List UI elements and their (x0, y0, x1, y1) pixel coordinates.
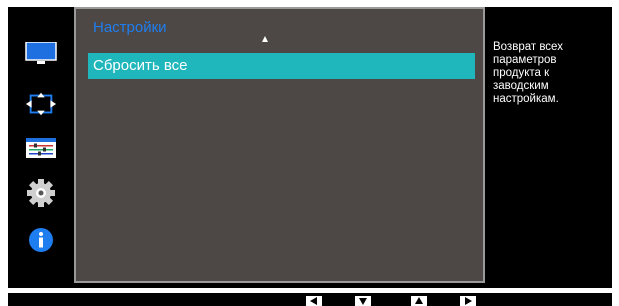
down-button[interactable] (355, 296, 371, 306)
arrow-up-icon (415, 297, 423, 304)
help-text: Возврат всех параметров продукта к завод… (493, 41, 563, 105)
arrow-down-icon (359, 298, 367, 305)
up-button[interactable] (411, 296, 427, 306)
menu-title: Настройки (93, 19, 167, 36)
gear-icon[interactable] (25, 179, 57, 207)
right-button[interactable] (460, 296, 476, 306)
monitor-icon[interactable] (25, 41, 57, 67)
size-position-icon[interactable] (25, 91, 57, 117)
menu-item-reset-all[interactable]: Сбросить все (88, 53, 475, 79)
arrow-left-icon (310, 297, 317, 305)
settings-sliders-icon[interactable] (25, 135, 57, 161)
arrow-right-icon (465, 297, 472, 305)
menu-panel: Настройки Сбросить все (74, 7, 485, 283)
left-button[interactable] (306, 296, 322, 306)
scroll-up-icon (262, 36, 268, 42)
sidebar (8, 7, 74, 288)
navigation-bar (8, 293, 612, 306)
info-icon[interactable] (25, 227, 57, 253)
osd-window: Настройки Сбросить все Возврат всех пара… (8, 7, 612, 288)
